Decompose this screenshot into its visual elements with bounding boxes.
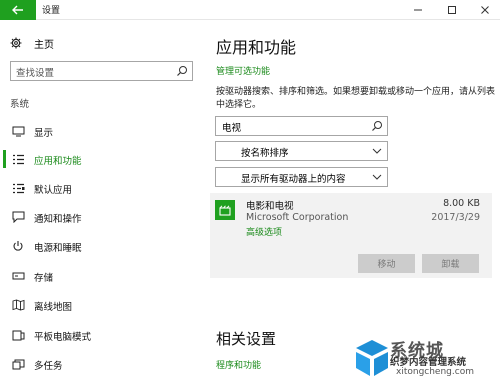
related-settings-title: 相关设置 [216, 330, 277, 348]
sidebar-item-label: 离线地图 [34, 302, 73, 313]
sidebar-item-label: 电源和睡眠 [34, 243, 82, 254]
search-icon [177, 66, 187, 76]
move-button[interactable]: 移动 [358, 254, 415, 273]
chevron-down-icon [372, 174, 382, 180]
advanced-options-link[interactable]: 高级选项 [246, 225, 282, 238]
settings-search-input[interactable]: 查找设置 [10, 61, 193, 81]
sidebar-item-tablet-mode[interactable]: 平板电脑模式 [0, 323, 200, 347]
sidebar-item-default-apps[interactable]: 默认应用 [0, 176, 200, 200]
close-icon [481, 6, 489, 14]
app-list-item[interactable]: 电影和电视 Microsoft Corporation 高级选项 8.00 KB… [210, 193, 492, 278]
maximize-icon [448, 6, 456, 14]
sidebar-item-label: 平板电脑模式 [34, 332, 92, 343]
minimize-icon [414, 9, 422, 11]
apps-description: 按驱动器搜索、排序和筛选。如果想要卸载或移动一个应用，请从列表中选择它。 [216, 87, 496, 110]
sidebar-section-label: 系统 [10, 99, 30, 110]
programs-features-link[interactable]: 程序和功能 [216, 358, 261, 371]
sidebar-item-label: 应用和功能 [34, 156, 82, 167]
app-name: 电影和电视 [246, 201, 294, 212]
sidebar-item-storage[interactable]: 存储 [0, 264, 200, 288]
notifications-icon [11, 211, 25, 223]
sidebar-home-label: 主页 [34, 39, 54, 51]
app-publisher: Microsoft Corporation [246, 212, 349, 223]
drive-filter-value: 显示所有驱动器上的内容 [241, 174, 346, 185]
sort-dropdown-value: 按名称排序 [241, 148, 289, 159]
sidebar-item-label: 默认应用 [34, 185, 73, 196]
sidebar-item-notifications[interactable]: 通知和操作 [0, 205, 200, 229]
maximize-button[interactable] [437, 0, 467, 20]
default-apps-icon [11, 182, 25, 194]
settings-search-placeholder: 查找设置 [16, 68, 55, 79]
multitask-icon [11, 358, 25, 370]
window-title: 设置 [42, 6, 61, 16]
monitor-icon [11, 125, 25, 137]
sort-dropdown[interactable]: 按名称排序 [215, 141, 388, 161]
sidebar-item-label: 存储 [34, 273, 54, 284]
close-button[interactable] [470, 0, 500, 20]
page-title: 应用和功能 [216, 38, 297, 57]
power-icon [11, 240, 25, 252]
back-arrow-icon [12, 5, 23, 15]
app-install-date: 2017/3/29 [431, 212, 480, 223]
movies-tv-app-icon [215, 200, 235, 220]
minimize-button[interactable] [403, 0, 433, 20]
watermark-url: xitongcheng.com [396, 367, 474, 377]
chevron-down-icon [372, 148, 382, 154]
apps-list-icon [11, 153, 25, 165]
app-search-value: 电视 [222, 123, 242, 134]
sidebar-home[interactable]: 主页 [10, 35, 54, 51]
sidebar-item-offline-maps[interactable]: 离线地图 [0, 293, 200, 317]
watermark-subtitle: 织梦内容管理系统 [390, 357, 467, 368]
sidebar-item-label: 显示 [34, 128, 54, 139]
app-size: 8.00 KB [443, 198, 480, 209]
search-icon [372, 121, 382, 131]
sidebar-item-apps-features[interactable]: 应用和功能 [0, 147, 200, 171]
app-search-input[interactable]: 电视 [215, 116, 388, 136]
gear-icon [10, 37, 22, 49]
map-icon [11, 299, 25, 311]
sidebar-item-display[interactable]: 显示 [0, 119, 200, 143]
watermark: 系统城 织梦内容管理系统 xitongcheng.com [352, 330, 500, 392]
title-bar: 设置 [0, 0, 500, 20]
drive-filter-dropdown[interactable]: 显示所有驱动器上的内容 [215, 167, 388, 187]
sidebar: 主页 查找设置 系统 显示 应用和功能 默认应用 通知和操作 电源和睡眠 存储 … [0, 21, 200, 392]
watermark-logo-icon [356, 340, 388, 376]
sidebar-item-label: 通知和操作 [34, 214, 82, 225]
tablet-icon [11, 329, 25, 341]
sidebar-item-power[interactable]: 电源和睡眠 [0, 234, 200, 258]
manage-optional-features-link[interactable]: 管理可选功能 [216, 64, 270, 77]
sidebar-item-label: 多任务 [34, 361, 63, 372]
uninstall-button[interactable]: 卸载 [422, 254, 479, 273]
storage-icon [11, 270, 25, 282]
sidebar-item-multitasking[interactable]: 多任务 [0, 352, 200, 376]
back-button[interactable] [0, 0, 36, 20]
